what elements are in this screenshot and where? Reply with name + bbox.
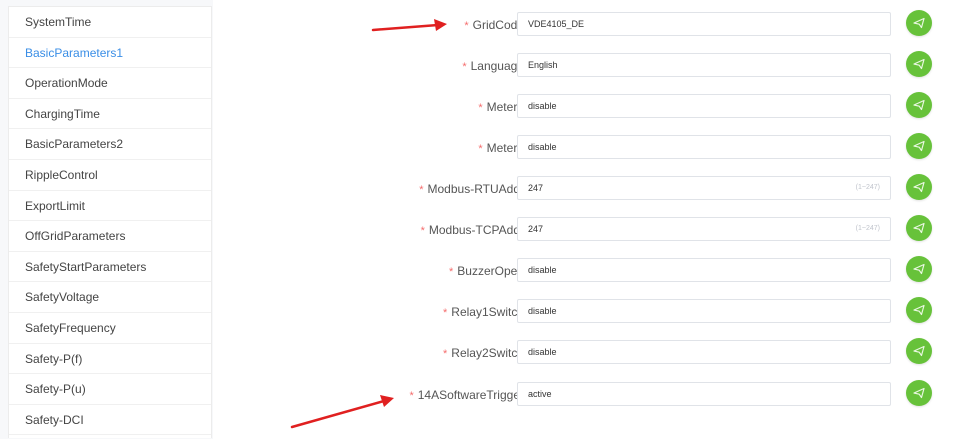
range-hint: (1~247)	[855, 184, 880, 191]
language-select[interactable]: English	[517, 53, 891, 77]
sidebar-item-system-time[interactable]: SystemTime	[9, 7, 211, 38]
form-row-relay1-switch: * Relay1Switch disable	[213, 297, 957, 329]
form-row-grid-code: * GridCode VDE4105_DE	[213, 10, 957, 42]
field-value: disable	[528, 347, 557, 357]
send-relay2-switch-button[interactable]	[906, 338, 932, 364]
sidebar-item-safety-frequency[interactable]: SafetyFrequency	[9, 313, 211, 344]
sidebar: SystemTime BasicParameters1 OperationMod…	[8, 6, 212, 438]
field-label: * Modbus-TCPAddr	[421, 217, 524, 243]
sidebar-item-safety-p-u[interactable]: Safety-P(u)	[9, 374, 211, 405]
field-value: 247	[528, 224, 544, 234]
modbus-tcp-addr-input[interactable]: 247 (1~247)	[517, 217, 891, 241]
sidebar-item-basic-parameters-2[interactable]: BasicParameters2	[9, 129, 211, 160]
send-icon	[913, 387, 925, 399]
form-row-relay2-switch: * Relay2Switch disable	[213, 338, 957, 370]
send-icon	[913, 263, 925, 275]
field-value: VDE4105_DE	[528, 19, 585, 29]
sidebar-item-safety-start-parameters[interactable]: SafetyStartParameters	[9, 252, 211, 283]
field-label: * Relay2Switch	[443, 340, 524, 366]
required-mark: *	[478, 102, 483, 114]
meter2-select[interactable]: disable	[517, 135, 891, 159]
send-meter2-button[interactable]	[906, 133, 932, 159]
meter1-select[interactable]: disable	[517, 94, 891, 118]
field-label-text: 14ASoftwareTrigger	[417, 388, 524, 402]
field-label-text: Language	[470, 59, 524, 73]
required-mark: *	[462, 61, 467, 73]
sidebar-item-safety-dci[interactable]: Safety-DCI	[9, 405, 211, 436]
sidebar-item-safety-voltage[interactable]: SafetyVoltage	[9, 282, 211, 313]
required-mark: *	[464, 20, 469, 32]
form-row-14a-software-trigger: * 14ASoftwareTrigger active	[213, 380, 957, 412]
field-label: * Modbus-RTUAddr	[419, 176, 524, 202]
send-icon	[913, 99, 925, 111]
send-language-button[interactable]	[906, 51, 932, 77]
field-value: 247	[528, 183, 544, 193]
required-mark: *	[443, 307, 448, 319]
sidebar-item-operation-mode[interactable]: OperationMode	[9, 68, 211, 99]
grid-code-select[interactable]: VDE4105_DE	[517, 12, 891, 36]
send-buzzer-open-button[interactable]	[906, 256, 932, 282]
send-icon	[913, 140, 925, 152]
sidebar-item-charging-time[interactable]: ChargingTime	[9, 99, 211, 130]
14a-software-trigger-select[interactable]: active	[517, 382, 891, 406]
form-row-meter1: * Meter1 disable	[213, 92, 957, 124]
field-value: disable	[528, 306, 557, 316]
send-icon	[913, 222, 925, 234]
sidebar-item-export-limit[interactable]: ExportLimit	[9, 191, 211, 222]
parameters-form: * GridCode VDE4105_DE * Language English *…	[213, 0, 957, 439]
send-icon	[913, 181, 925, 193]
send-meter1-button[interactable]	[906, 92, 932, 118]
send-modbus-rtu-addr-button[interactable]	[906, 174, 932, 200]
form-row-meter2: * Meter2 disable	[213, 133, 957, 165]
field-label-text: Relay2Switch	[451, 346, 524, 360]
required-mark: *	[478, 143, 483, 155]
send-14a-software-trigger-button[interactable]	[906, 380, 932, 406]
form-row-language: * Language English	[213, 51, 957, 83]
sidebar-item-basic-parameters-1[interactable]: BasicParameters1	[9, 38, 211, 69]
send-icon	[913, 58, 925, 70]
range-hint: (1~247)	[855, 225, 880, 232]
send-icon	[913, 17, 925, 29]
field-label-text: BuzzerOpen	[457, 264, 524, 278]
send-relay1-switch-button[interactable]	[906, 297, 932, 323]
field-label: * BuzzerOpen	[449, 258, 524, 284]
field-label: * Relay1Switch	[443, 299, 524, 325]
send-grid-code-button[interactable]	[906, 10, 932, 36]
send-modbus-tcp-addr-button[interactable]	[906, 215, 932, 241]
send-icon	[913, 304, 925, 316]
required-mark: *	[419, 184, 424, 196]
relay1-switch-select[interactable]: disable	[517, 299, 891, 323]
required-mark: *	[449, 266, 454, 278]
field-label-text: Modbus-TCPAddr	[428, 223, 524, 237]
sidebar-item-ripple-control[interactable]: RippleControl	[9, 160, 211, 191]
sidebar-item-off-grid-parameters[interactable]: OffGridParameters	[9, 221, 211, 252]
field-label: * GridCode	[464, 12, 524, 38]
required-mark: *	[443, 348, 448, 360]
required-mark: *	[420, 225, 425, 237]
form-row-buzzer-open: * BuzzerOpen disable	[213, 256, 957, 288]
field-label: * 14ASoftwareTrigger	[409, 382, 524, 408]
field-label-text: Modbus-RTUAddr	[427, 182, 524, 196]
field-value: disable	[528, 101, 557, 111]
buzzer-open-select[interactable]: disable	[517, 258, 891, 282]
sidebar-item-safety-p-f[interactable]: Safety-P(f)	[9, 344, 211, 375]
relay2-switch-select[interactable]: disable	[517, 340, 891, 364]
form-row-modbus-rtu-addr: * Modbus-RTUAddr 247 (1~247)	[213, 174, 957, 206]
modbus-rtu-addr-input[interactable]: 247 (1~247)	[517, 176, 891, 200]
field-value: disable	[528, 265, 557, 275]
required-mark: *	[409, 390, 414, 402]
send-icon	[913, 345, 925, 357]
field-value: disable	[528, 142, 557, 152]
form-row-modbus-tcp-addr: * Modbus-TCPAddr 247 (1~247)	[213, 215, 957, 247]
field-value: English	[528, 60, 558, 70]
field-label: * Language	[462, 53, 524, 79]
field-value: active	[528, 389, 552, 399]
field-label-text: Relay1Switch	[451, 305, 524, 319]
